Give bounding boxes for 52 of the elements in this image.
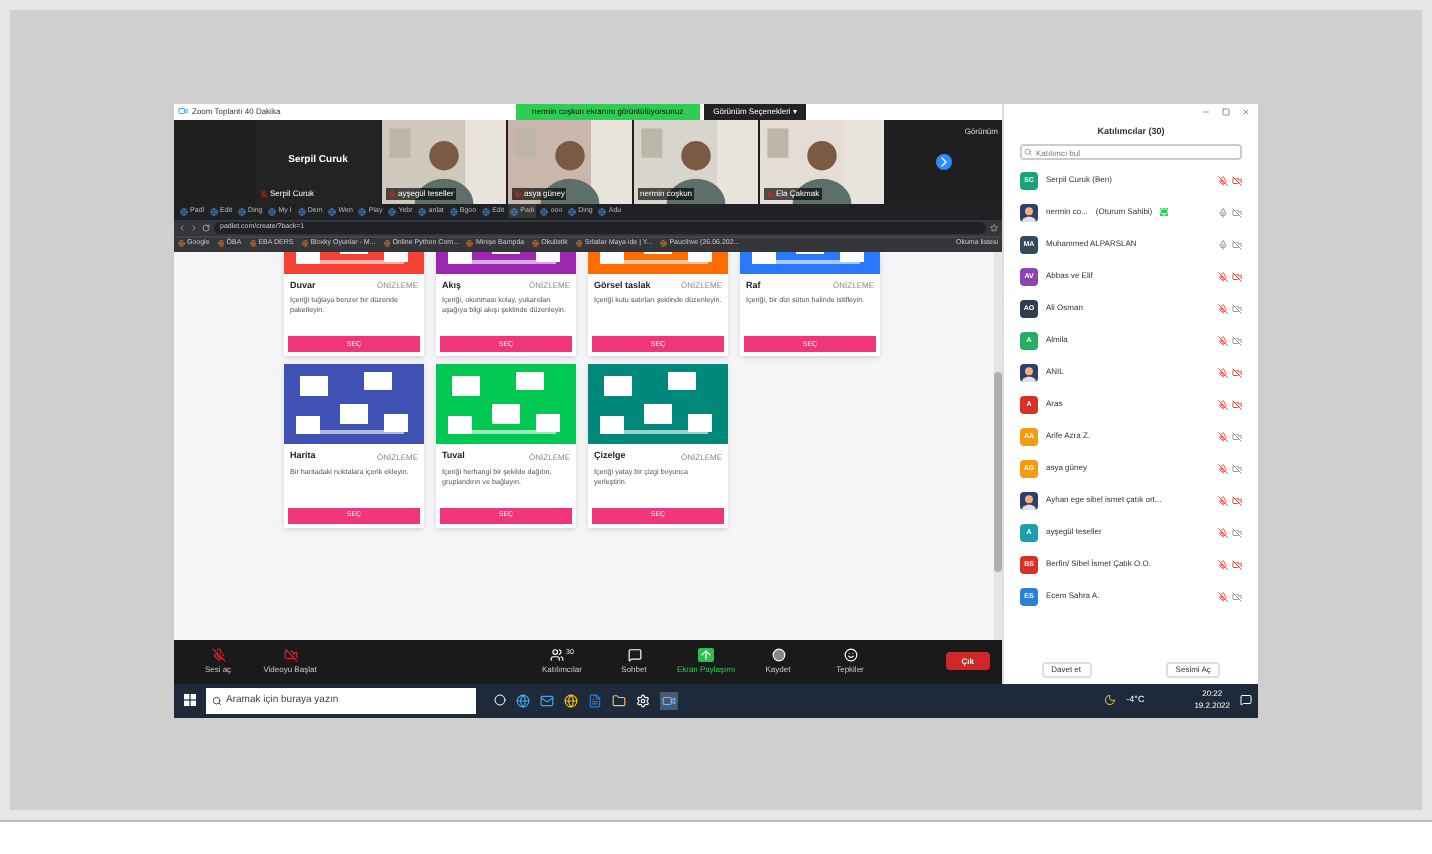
site-icon bbox=[210, 207, 219, 215]
site-icon bbox=[383, 240, 391, 248]
site-icon bbox=[388, 207, 397, 215]
layout-drawing bbox=[284, 364, 424, 445]
site-icon bbox=[249, 240, 257, 248]
muted-mic-icon bbox=[211, 647, 225, 661]
search-icon bbox=[212, 695, 222, 705]
site-icon bbox=[180, 207, 188, 215]
layout-drawing bbox=[436, 364, 576, 445]
site-icon bbox=[217, 240, 225, 248]
smile-icon bbox=[843, 647, 857, 661]
people-icon bbox=[550, 647, 565, 661]
chat-icon bbox=[627, 647, 641, 661]
zoom-logo-icon bbox=[178, 106, 188, 116]
site-icon bbox=[660, 240, 668, 248]
site-icon bbox=[238, 207, 247, 215]
search-icon bbox=[1024, 148, 1032, 157]
site-icon bbox=[598, 207, 607, 215]
site-icon bbox=[575, 240, 583, 248]
reload-icon[interactable] bbox=[202, 223, 210, 231]
windows-logo-icon[interactable] bbox=[184, 694, 196, 706]
site-icon bbox=[532, 240, 540, 248]
site-icon bbox=[510, 207, 519, 215]
document-icon[interactable] bbox=[588, 693, 602, 707]
site-icon bbox=[568, 207, 577, 215]
site-icon bbox=[482, 207, 491, 215]
task-view-icon[interactable] bbox=[494, 694, 506, 706]
video-off-icon bbox=[283, 647, 297, 661]
mail-icon[interactable] bbox=[540, 693, 554, 707]
site-icon bbox=[328, 207, 337, 215]
notifications-icon[interactable] bbox=[1240, 694, 1252, 706]
folder-icon[interactable] bbox=[612, 693, 626, 707]
scrollbar-thumb[interactable] bbox=[994, 371, 1002, 571]
site-icon bbox=[449, 207, 458, 215]
layout-drawing bbox=[588, 364, 728, 445]
settings-icon[interactable] bbox=[636, 693, 650, 707]
record-icon bbox=[771, 647, 785, 661]
sharing-icon bbox=[1160, 208, 1169, 217]
site-icon bbox=[466, 240, 474, 248]
site-icon bbox=[358, 207, 367, 215]
next-page-button[interactable] bbox=[936, 153, 952, 169]
muted-mic-icon bbox=[260, 189, 268, 197]
site-icon bbox=[418, 207, 427, 215]
site-icon bbox=[297, 207, 306, 215]
share-arrow-icon bbox=[698, 647, 714, 661]
site-icon bbox=[178, 240, 185, 248]
bookmark-star-icon[interactable] bbox=[990, 223, 998, 231]
site-icon bbox=[268, 207, 277, 215]
weather-icon bbox=[1104, 694, 1117, 706]
site-icon bbox=[540, 207, 549, 215]
browser-icon[interactable] bbox=[516, 693, 530, 707]
site-icon bbox=[301, 240, 309, 248]
